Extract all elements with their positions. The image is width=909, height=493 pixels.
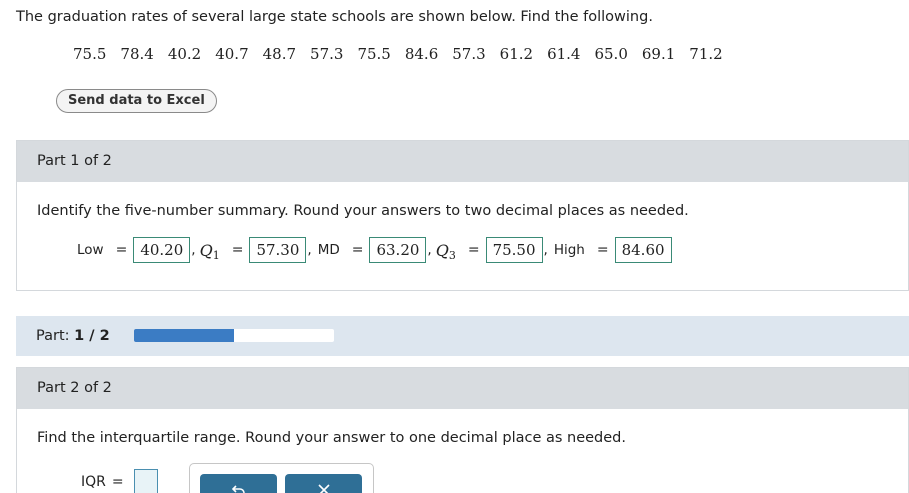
- q3-subscript: 3: [448, 248, 456, 262]
- progress-panel: Part: 1 / 2: [16, 316, 909, 356]
- q1-symbol: Q: [199, 240, 213, 260]
- part2-prompt: Find the interquartile range. Round your…: [37, 430, 626, 446]
- send-to-excel-button[interactable]: Send data to Excel: [56, 89, 217, 113]
- progress-label: Part: 1 / 2: [36, 328, 110, 344]
- data-value: 75.5: [73, 45, 107, 63]
- equals-sign: =: [351, 242, 364, 258]
- data-value: 61.2: [499, 45, 534, 63]
- iqr-answer-field[interactable]: [133, 469, 158, 493]
- undo-icon: [231, 485, 245, 493]
- low-label: Low: [77, 242, 104, 258]
- iqr-label: IQR: [81, 474, 106, 490]
- comma: ,: [427, 242, 432, 258]
- part1-prompt: Identify the five-number summary. Round …: [37, 203, 689, 219]
- q1-answer-field[interactable]: 57.30: [249, 237, 307, 263]
- low-answer-field[interactable]: 40.20: [133, 237, 191, 263]
- md-label: MD: [317, 242, 340, 258]
- iqr-row: IQR =: [81, 469, 158, 493]
- part2-panel: Part 2 of 2 Find the interquartile range…: [16, 367, 909, 493]
- md-answer-field[interactable]: 63.20: [369, 237, 427, 263]
- comma: ,: [307, 242, 312, 258]
- equals-sign: =: [115, 242, 128, 258]
- data-value: 78.4: [120, 45, 154, 63]
- high-answer-field[interactable]: 84.60: [614, 237, 672, 263]
- comma: ,: [543, 242, 548, 258]
- progress-label-value: 1 / 2: [74, 328, 110, 344]
- equals-sign: =: [111, 474, 124, 490]
- data-value: 75.5: [357, 45, 391, 63]
- data-value: 69.1: [641, 45, 676, 63]
- question-intro: The graduation rates of several large st…: [16, 9, 653, 25]
- part2-header: Part 2 of 2: [17, 368, 908, 409]
- progress-bar-fill: [134, 329, 234, 342]
- q3-answer-field[interactable]: 75.50: [485, 237, 543, 263]
- data-value: 71.2: [689, 45, 723, 63]
- five-number-summary-row: Low = 40.20 , Q1 = 57.30 , MD = 63.20 , …: [77, 237, 672, 263]
- equals-sign: =: [467, 242, 480, 258]
- high-label: High: [553, 242, 585, 258]
- data-value: 57.3: [452, 45, 486, 63]
- data-value: 61.4: [547, 45, 581, 63]
- clear-button[interactable]: [285, 474, 362, 493]
- q1-subscript: 1: [212, 248, 220, 262]
- equals-sign: =: [596, 242, 609, 258]
- close-icon: [317, 484, 330, 493]
- q3-symbol: Q: [435, 240, 449, 260]
- data-values: 75.5 78.4 40.2 40.7 48.7 57.3 75.5 84.6 57.3 61.2…: [73, 45, 737, 63]
- data-value: 40.7: [215, 45, 249, 63]
- data-value: 84.6: [404, 45, 439, 63]
- data-value: 48.7: [262, 45, 297, 63]
- data-value: 40.2: [167, 45, 202, 63]
- answer-tool-panel: [189, 463, 374, 493]
- page: The graduation rates of several large st…: [0, 0, 909, 493]
- progress-label-prefix: Part:: [36, 328, 70, 344]
- data-value: 57.3: [310, 45, 344, 63]
- part1-header: Part 1 of 2: [17, 141, 908, 182]
- data-value: 65.0: [594, 45, 628, 63]
- comma: ,: [191, 242, 196, 258]
- part1-panel: Part 1 of 2 Identify the five-number sum…: [16, 140, 909, 291]
- equals-sign: =: [231, 242, 244, 258]
- progress-bar: [134, 329, 334, 342]
- undo-button[interactable]: [200, 474, 277, 493]
